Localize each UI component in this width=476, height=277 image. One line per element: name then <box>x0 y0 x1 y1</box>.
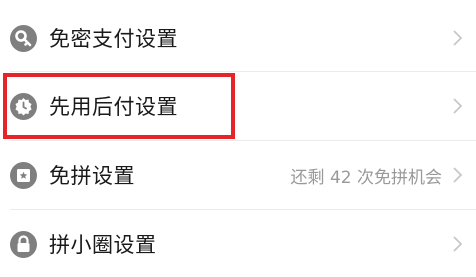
badge-icon <box>10 92 37 120</box>
divider <box>10 140 476 141</box>
divider <box>10 71 476 72</box>
lock-icon <box>10 230 37 258</box>
settings-item-label: 拼小圈设置 <box>49 233 157 257</box>
chevron-right-icon <box>453 98 463 114</box>
settings-item-buy-now-pay-later[interactable]: 先用后付设置 <box>0 73 476 139</box>
settings-item-label: 先用后付设置 <box>49 95 178 119</box>
chevron-right-icon <box>453 30 463 46</box>
ticket-icon <box>10 161 37 189</box>
chevron-right-icon <box>453 236 463 252</box>
chevron-right-icon <box>453 167 463 183</box>
settings-item-label: 免拼设置 <box>49 164 135 188</box>
settings-list: 免密支付设置 先用后付设置 免拼设置 还剩 42 次免拼机会 拼小圈设置 <box>0 0 476 267</box>
settings-item-group-circle[interactable]: 拼小圈设置 <box>0 211 476 277</box>
settings-item-password-free-payment[interactable]: 免密支付设置 <box>0 5 476 71</box>
settings-item-free-group[interactable]: 免拼设置 还剩 42 次免拼机会 <box>0 142 476 208</box>
free-group-remaining-count: 还剩 42 次免拼机会 <box>290 167 442 188</box>
divider <box>10 209 476 210</box>
key-icon <box>10 24 37 52</box>
settings-item-label: 免密支付设置 <box>49 27 178 51</box>
